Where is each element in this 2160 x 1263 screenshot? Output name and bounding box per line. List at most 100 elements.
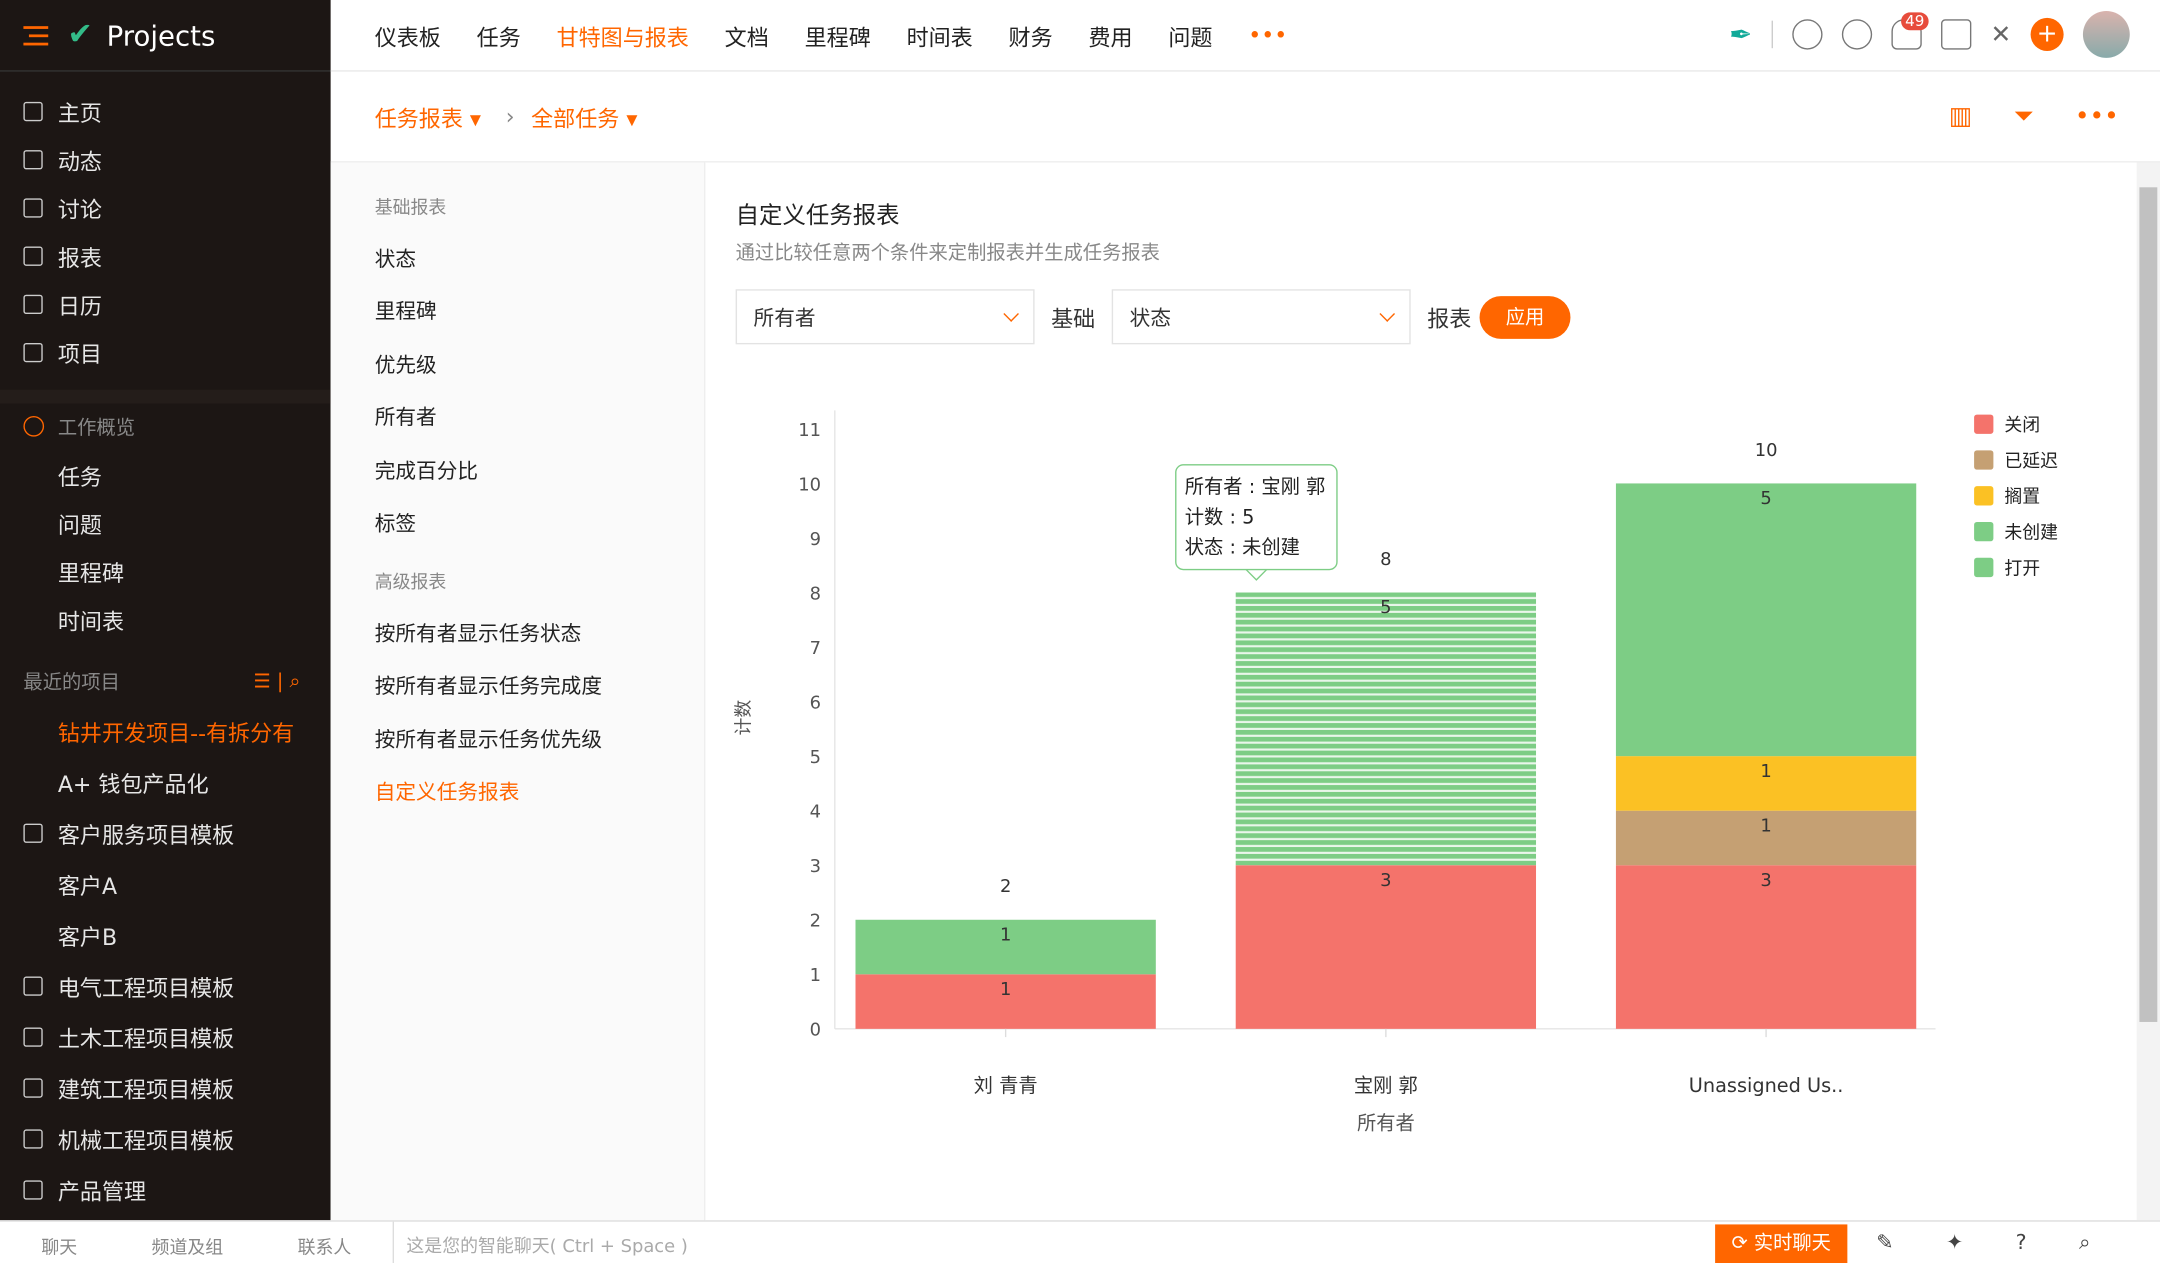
y-tick-label: 8 [810,583,821,604]
recent-project[interactable]: A+ 钱包产品化 [0,756,331,807]
legend-item[interactable]: 关闭 [1974,414,2040,437]
recent-project[interactable]: 钻井开发项目--有拆分有 [0,705,331,756]
work-overview-header[interactable]: 工作概览 [0,402,331,450]
report-item[interactable]: 里程碑 [331,284,704,337]
chart-icon[interactable]: ▥ [1949,102,1972,131]
report-item[interactable]: 自定义任务报表 [331,765,704,818]
tools-icon[interactable]: ✕ [1991,20,2012,49]
template-project[interactable]: 客户A [0,858,331,909]
sidebar-item[interactable]: 里程碑 [0,547,331,595]
sidebar-item[interactable]: 动态 [0,135,331,183]
template-label: 客户B [57,923,118,950]
tab-item[interactable]: 费用 [1088,19,1132,52]
sidebar-item[interactable]: 问题 [0,499,331,547]
tab-item[interactable]: 问题 [1168,19,1212,52]
sidebar-item[interactable]: 讨论 [0,183,331,231]
help-icon[interactable]: ? [2016,1230,2027,1255]
avatar[interactable] [2082,11,2130,58]
tab-item[interactable]: 文档 [725,19,769,52]
y-tick-label: 0 [810,1020,821,1041]
zoom-search-icon[interactable]: ⌕ [2079,1230,2091,1255]
report-item[interactable]: 按所有者显示任务完成度 [331,659,704,712]
owner-select[interactable]: 所有者 [735,289,1035,345]
bar-total-label: 10 [1755,440,1778,461]
signature-icon[interactable]: ✒ [1729,18,1752,51]
template-project[interactable]: 客户服务项目模板 [0,807,331,858]
logo-bar: ✔ Projects [0,0,331,72]
app-title: Projects [106,18,216,52]
sidebar-item[interactable]: 报表 [0,231,331,279]
chevron-right-icon: › [505,103,515,130]
template-label: 土木工程项目模板 [57,1025,235,1052]
legend-item[interactable]: 搁置 [1974,486,2040,508]
sidebar-item[interactable]: 时间表 [0,595,331,643]
bottom-bar: 聊天 频道及组 联系人 这是您的智能聊天( Ctrl + Space ) ⟳ 实… [0,1220,2160,1263]
template-project[interactable]: 机械工程项目模板 [0,1113,331,1164]
template-project[interactable]: 土木工程项目模板 [0,1011,331,1062]
store-icon[interactable] [1940,19,1972,50]
tab-item[interactable]: 任务 [477,19,521,52]
template-project[interactable]: 产品管理 [0,1164,331,1215]
chart-tooltip: 所有者 : 宝刚 郭 计数 : 5 状态 : 未创建 [1175,464,1338,571]
sidebar-item-label: 主页 [57,99,102,127]
sidebar-item[interactable]: 项目 [0,328,331,376]
timer-icon[interactable] [1841,19,1873,50]
sidebar-item[interactable]: 日历 [0,280,331,328]
status-select[interactable]: 状态 [1111,289,1411,345]
bar-value-label: 3 [1760,870,1771,891]
section-label: 工作概览 [57,416,136,439]
pin-icon[interactable]: ✎ [1876,1230,1893,1255]
report-item[interactable]: 优先级 [331,337,704,390]
report-item[interactable]: 完成百分比 [331,443,704,496]
live-chat-button[interactable]: ⟳ 实时聊天 [1715,1224,1848,1263]
report-item[interactable]: 标签 [331,497,704,550]
legend-item[interactable]: 已延迟 [1974,450,2058,472]
contacts-tab[interactable]: 联系人 [298,1233,352,1259]
filter-search-icons[interactable]: ☰ | ⌕ [253,670,300,692]
bar-total-label: 2 [1000,876,1011,897]
chevron-down-icon [1379,306,1396,322]
menu-icon[interactable] [23,25,49,45]
more-options-icon[interactable]: ••• [2075,102,2119,131]
template-project[interactable]: 建筑工程项目模板 [0,1062,331,1113]
search-icon[interactable] [1792,19,1823,50]
sidebar-item-label: 日历 [57,292,102,319]
chat-tab[interactable]: 聊天 [41,1233,77,1259]
legend-item[interactable]: 打开 [1974,557,2040,580]
bar-segment[interactable] [1615,483,1917,757]
breadcrumb-task-report[interactable]: 任务报表 ▾ [375,100,481,133]
tab-item[interactable]: 里程碑 [805,19,871,52]
tab-item[interactable]: 财务 [1009,19,1053,52]
smart-chat-input[interactable]: 这是您的智能聊天( Ctrl + Space ) [392,1221,701,1263]
legend-swatch [1974,557,1994,578]
tab-item[interactable]: 甘特图与报表 [557,19,689,52]
apply-button[interactable]: 应用 [1479,295,1571,339]
select-value: 状态 [1129,305,1172,330]
section-label: 最近的项目 [23,671,120,694]
legend-item[interactable]: 未创建 [1974,521,2058,544]
tab-item[interactable]: 仪表板 [375,19,441,52]
add-button[interactable]: + [2030,17,2064,51]
breadcrumb: 任务报表 ▾ › 全部任务 ▾ ▥ ⏷ ••• [330,72,2160,163]
report-item[interactable]: 按所有者显示任务状态 [331,606,704,659]
breadcrumb-all-tasks[interactable]: 全部任务 ▾ [531,100,637,133]
template-label: 电气工程项目模板 [57,974,235,1001]
scrollbar[interactable] [2136,162,2160,1221]
template-project[interactable]: 电气工程项目模板 [0,960,331,1011]
bell-icon[interactable]: 49 [1891,12,1929,50]
tab-item[interactable]: 时间表 [907,19,973,52]
channels-tab[interactable]: 频道及组 [152,1233,224,1259]
filter-icon[interactable]: ⏷ [2014,102,2034,131]
sidebar-item[interactable]: 主页 [0,87,331,135]
template-project[interactable]: 客户B [0,909,331,960]
report-item[interactable]: 按所有者显示任务优先级 [331,712,704,765]
report-item[interactable]: 状态 [331,231,704,284]
more-tabs-button[interactable]: ••• [1248,22,1287,48]
y-tick-label: 1 [810,965,821,986]
report-item[interactable]: 所有者 [331,390,704,443]
bar-segment[interactable] [1235,592,1537,866]
top-nav: 仪表板 任务 甘特图与报表 文档 里程碑 时间表 财务 费用 问题 ••• ✒ 49 ✕ + [330,0,2160,72]
sidebar-item[interactable]: 任务 [0,450,331,498]
announce-icon[interactable]: ✦ [1946,1230,1963,1255]
notification-badge: 49 [1900,12,1929,31]
